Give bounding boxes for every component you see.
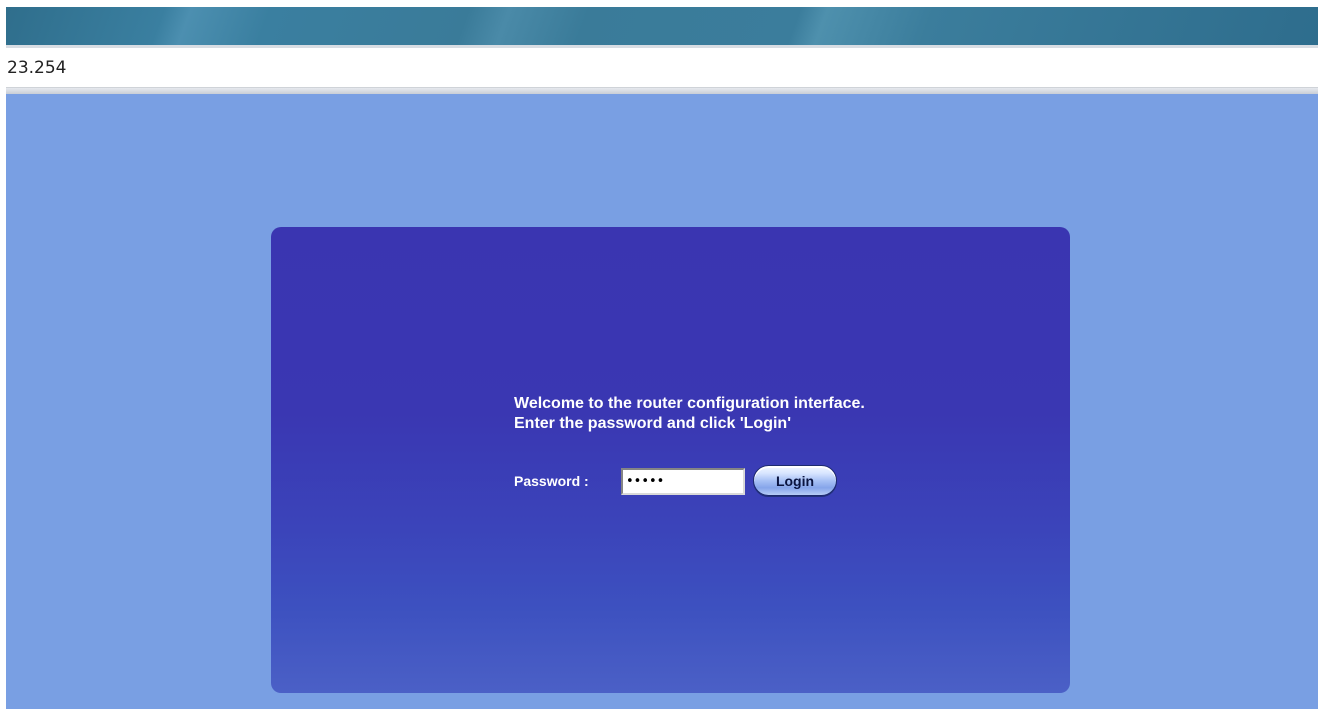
password-label: Password : xyxy=(514,473,589,489)
browser-title-bar xyxy=(6,7,1318,45)
address-text[interactable]: 23.254 xyxy=(7,58,66,78)
welcome-message: Welcome to the router configuration inte… xyxy=(514,394,865,434)
login-button[interactable]: Login xyxy=(753,465,837,496)
welcome-line-1: Welcome to the router configuration inte… xyxy=(514,395,865,412)
login-panel: Welcome to the router configuration inte… xyxy=(271,227,1070,693)
page-content: Welcome to the router configuration inte… xyxy=(6,94,1318,709)
address-bar[interactable]: 23.254 xyxy=(6,48,1318,88)
password-input[interactable] xyxy=(621,468,745,495)
welcome-line-2: Enter the password and click 'Login' xyxy=(514,415,791,432)
